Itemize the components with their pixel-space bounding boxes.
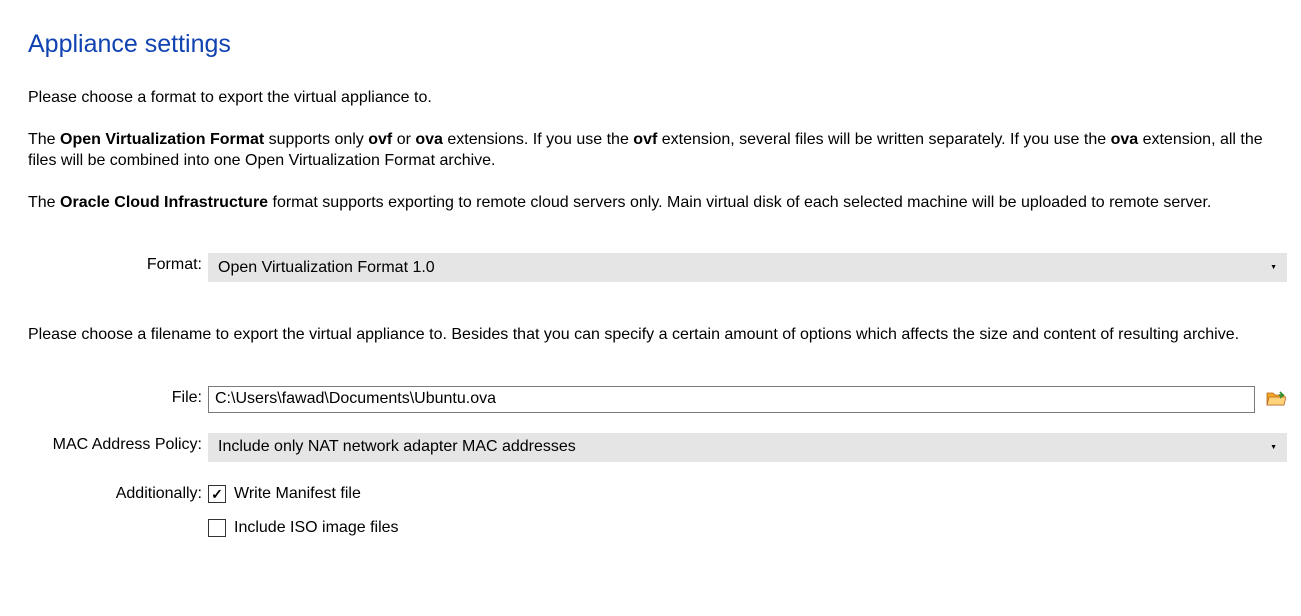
additionally-label: Additionally: xyxy=(28,482,208,506)
oci-description: The Oracle Cloud Infrastructure format s… xyxy=(28,192,1287,214)
mac-policy-combo[interactable]: Include only NAT network adapter MAC add… xyxy=(208,433,1287,462)
browse-file-button[interactable] xyxy=(1265,388,1287,410)
format-combo[interactable]: Open Virtualization Format 1.0 ▼ xyxy=(208,253,1287,282)
mac-policy-label: MAC Address Policy: xyxy=(28,433,208,457)
text: extensions. If you use the xyxy=(443,131,633,148)
text-bold: ovf xyxy=(368,131,392,148)
include-iso-label: Include ISO image files xyxy=(234,519,399,537)
text-bold: ova xyxy=(1111,131,1139,148)
text: format supports exporting to remote clou… xyxy=(268,194,1211,211)
file-intro-text: Please choose a filename to export the v… xyxy=(28,324,1287,346)
text: or xyxy=(392,131,415,148)
text-bold: Oracle Cloud Infrastructure xyxy=(60,194,268,211)
write-manifest-checkbox[interactable] xyxy=(208,485,226,503)
chevron-down-icon: ▼ xyxy=(1270,264,1277,271)
mac-policy-combo-value: Include only NAT network adapter MAC add… xyxy=(218,438,576,456)
text-bold: ovf xyxy=(633,131,657,148)
write-manifest-label: Write Manifest file xyxy=(234,485,361,503)
intro-text: Please choose a format to export the vir… xyxy=(28,87,1287,109)
page-title: Appliance settings xyxy=(28,30,1287,59)
file-label: File: xyxy=(28,386,208,410)
text-bold: Open Virtualization Format xyxy=(60,131,264,148)
text: The xyxy=(28,194,60,211)
folder-open-icon xyxy=(1266,390,1286,408)
text: supports only xyxy=(264,131,368,148)
format-combo-value: Open Virtualization Format 1.0 xyxy=(218,259,435,277)
chevron-down-icon: ▼ xyxy=(1270,444,1277,451)
text-bold: ova xyxy=(415,131,443,148)
text: extension, several files will be written… xyxy=(657,131,1110,148)
file-path-input[interactable] xyxy=(208,386,1255,413)
include-iso-checkbox[interactable] xyxy=(208,519,226,537)
format-label: Format: xyxy=(28,253,208,277)
ovf-description: The Open Virtualization Format supports … xyxy=(28,129,1287,172)
text: The xyxy=(28,131,60,148)
